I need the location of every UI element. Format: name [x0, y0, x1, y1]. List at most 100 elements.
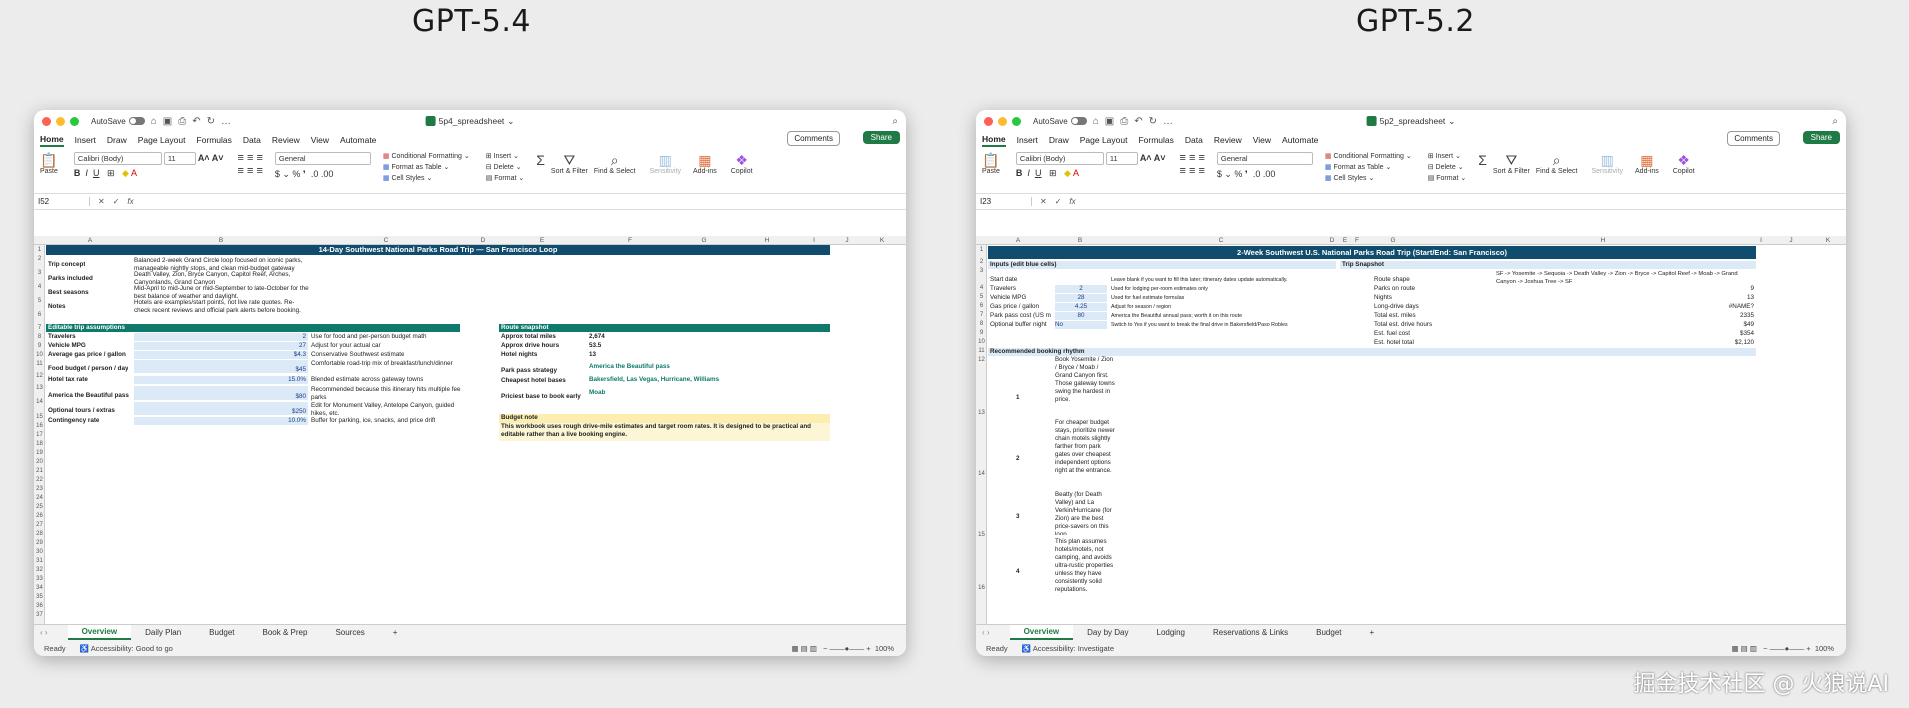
autosum-icon[interactable]: Σ — [1478, 152, 1487, 168]
print-icon[interactable]: ⎙ — [178, 116, 186, 127]
undo-icon[interactable]: ↶ — [1134, 116, 1142, 127]
sensitivity-button[interactable]: ▥ Sensitivity — [1592, 152, 1624, 175]
input-value[interactable]: 2 — [1055, 285, 1107, 293]
sheet-tab[interactable]: Lodging — [1143, 626, 1199, 639]
italic-icon[interactable]: I — [1027, 168, 1030, 178]
fill-color-icon[interactable]: ◆ — [1064, 168, 1071, 178]
tab-formulas[interactable]: Formulas — [1138, 135, 1173, 145]
col-H[interactable]: H — [1601, 237, 1606, 244]
align-group[interactable]: ≡ ≡ ≡ ≡ ≡ ≡ — [1180, 152, 1205, 178]
maximize-icon[interactable] — [70, 116, 79, 126]
col-H[interactable]: H — [765, 237, 770, 244]
home-icon[interactable]: ⌂ — [1093, 116, 1099, 127]
tab-review[interactable]: Review — [1214, 135, 1242, 145]
accessibility-status[interactable]: ♿ Accessibility: Investigate — [1022, 644, 1114, 653]
tab-draw[interactable]: Draw — [107, 135, 127, 145]
save-icon[interactable]: ▣ — [1105, 116, 1114, 127]
zoom-control[interactable]: ▦ ▤ ▥ − ——●—— + 100% — [792, 644, 895, 653]
tab-nav-icon[interactable]: ‹ › — [40, 628, 48, 637]
col-D[interactable]: D — [1330, 237, 1335, 244]
col-E[interactable]: E — [1343, 237, 1347, 244]
number-format-icons[interactable]: $ ⌄ % ❜ .0 .00 — [1217, 169, 1275, 180]
minimize-icon[interactable] — [56, 116, 65, 126]
copilot-button[interactable]: ❖ Copilot — [1673, 152, 1695, 175]
tab-data[interactable]: Data — [1185, 135, 1203, 145]
tab-insert[interactable]: Insert — [75, 135, 96, 145]
col-J[interactable]: J — [1789, 237, 1792, 244]
search-icon[interactable]: ⌕ — [892, 116, 898, 127]
assump-value[interactable]: $80 — [134, 386, 308, 400]
cancel-icon[interactable]: ✕ — [98, 197, 105, 206]
input-value[interactable]: 28 — [1055, 294, 1107, 302]
number-format-select[interactable]: General — [274, 152, 371, 165]
assump-value[interactable]: 10.0% — [134, 417, 308, 425]
sheet-tab[interactable]: Overview — [1009, 625, 1074, 640]
sort-filter-button[interactable]: ⛛ Sort & Filter — [551, 152, 588, 175]
col-C[interactable]: C — [1219, 237, 1224, 244]
underline-icon[interactable]: U — [1035, 168, 1042, 178]
col-E[interactable]: E — [540, 237, 544, 244]
sheet-tab[interactable]: Reservations & Links — [1199, 626, 1302, 639]
assump-value[interactable]: $45 — [134, 360, 308, 373]
tab-page-layout[interactable]: Page Layout — [1080, 135, 1128, 145]
sort-filter-button[interactable]: ⛛ Sort & Filter — [1493, 152, 1530, 175]
delete-cells-button[interactable]: ⊟ Delete ⌄ — [1428, 163, 1464, 171]
redo-icon[interactable]: ↻ — [207, 116, 215, 127]
sheet-tab[interactable]: Budget — [195, 626, 248, 639]
autosave-toggle[interactable] — [1070, 117, 1087, 125]
tab-draw[interactable]: Draw — [1049, 135, 1069, 145]
font-color-icon[interactable]: A — [131, 168, 137, 178]
sheet-grid[interactable]: A B C D E F G H I J K 1 2 3 4 5 6 7 8 9 10 11 12 13 1… — [34, 236, 906, 624]
enter-icon[interactable]: ✓ — [113, 197, 120, 206]
insert-cells-button[interactable]: ⊞ Insert ⌄ — [486, 152, 519, 160]
sheet-tab[interactable]: Sources — [321, 626, 378, 639]
col-F[interactable]: F — [628, 237, 632, 244]
tab-data[interactable]: Data — [243, 135, 261, 145]
close-icon[interactable] — [984, 116, 993, 126]
col-G[interactable]: G — [701, 237, 706, 244]
sensitivity-button[interactable]: ▥ Sensitivity — [650, 152, 682, 175]
col-D[interactable]: D — [481, 237, 486, 244]
font-size-select[interactable]: 11 — [1105, 152, 1138, 165]
maximize-icon[interactable] — [1012, 116, 1021, 126]
add-ins-button[interactable]: ▦ Add-ins — [1635, 152, 1659, 175]
col-F[interactable]: F — [1355, 237, 1359, 244]
add-sheet-icon[interactable]: + — [1356, 626, 1389, 639]
search-icon[interactable]: ⌕ — [1832, 116, 1838, 127]
add-sheet-icon[interactable]: + — [379, 626, 412, 639]
comments-button[interactable]: Comments — [787, 131, 840, 146]
paste-button[interactable]: 📋 Paste — [40, 152, 58, 175]
more-icon[interactable]: … — [1163, 116, 1173, 127]
sheet-tab[interactable]: Daily Plan — [131, 626, 195, 639]
col-B[interactable]: B — [219, 237, 223, 244]
add-ins-button[interactable]: ▦ Add-ins — [693, 152, 717, 175]
col-I[interactable]: I — [1760, 237, 1762, 244]
col-C[interactable]: C — [384, 237, 389, 244]
share-button[interactable]: Share — [862, 131, 900, 144]
paste-button[interactable]: 📋 Paste — [982, 152, 1000, 175]
undo-icon[interactable]: ↶ — [192, 116, 200, 127]
home-icon[interactable]: ⌂ — [151, 116, 157, 127]
tab-home[interactable]: Home — [40, 134, 64, 147]
col-K[interactable]: K — [1826, 237, 1830, 244]
assump-value[interactable]: 2 — [134, 333, 308, 341]
function-icon[interactable]: fx — [1069, 197, 1075, 206]
tab-formulas[interactable]: Formulas — [196, 135, 231, 145]
col-J[interactable]: J — [845, 237, 848, 244]
cell-styles-button[interactable]: ▦ Cell Styles ⌄ — [1325, 174, 1374, 182]
conditional-formatting-button[interactable]: ▦ Conditional Formatting ⌄ — [383, 152, 470, 160]
col-G[interactable]: G — [1390, 237, 1395, 244]
format-as-table-button[interactable]: ▦ Format as Table ⌄ — [383, 163, 449, 171]
col-A[interactable]: A — [1016, 237, 1020, 244]
format-as-table-button[interactable]: ▦ Format as Table ⌄ — [1325, 163, 1391, 171]
redo-icon[interactable]: ↻ — [1149, 116, 1157, 127]
number-format-select[interactable]: General — [1216, 152, 1313, 165]
close-icon[interactable] — [42, 116, 51, 126]
conditional-formatting-button[interactable]: ▦ Conditional Formatting ⌄ — [1325, 152, 1412, 160]
enter-icon[interactable]: ✓ — [1055, 197, 1062, 206]
col-B[interactable]: B — [1078, 237, 1082, 244]
assump-value[interactable]: 15.0% — [134, 376, 308, 384]
bold-icon[interactable]: B — [1016, 168, 1023, 178]
tab-automate[interactable]: Automate — [1282, 135, 1318, 145]
tab-view[interactable]: View — [1253, 135, 1271, 145]
